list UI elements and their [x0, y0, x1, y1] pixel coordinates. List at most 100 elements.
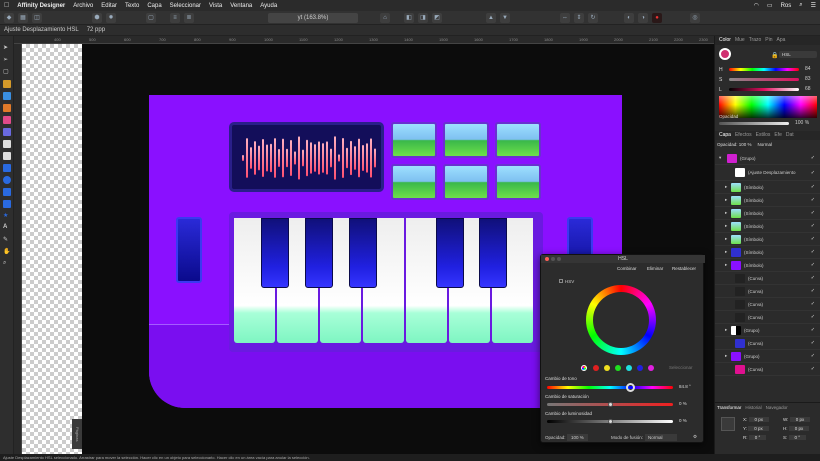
- select-label[interactable]: Seleccionar: [669, 365, 693, 370]
- green-swatch[interactable]: [615, 365, 621, 371]
- expand-icon[interactable]: ▸: [725, 197, 727, 203]
- menu-ventana[interactable]: Ventana: [230, 3, 252, 9]
- piano-keyboard[interactable]: [229, 212, 543, 352]
- visibility-check-icon[interactable]: ✓: [811, 210, 815, 216]
- menu-vista[interactable]: Vista: [209, 3, 222, 9]
- expand-icon[interactable]: ▸: [725, 184, 727, 190]
- luminosity-shift-value[interactable]: 0 %: [679, 418, 687, 423]
- tab-stroke[interactable]: Trazo: [749, 36, 762, 45]
- preferences-icon[interactable]: ✹: [106, 13, 116, 23]
- visibility-check-icon[interactable]: ✓: [811, 327, 815, 333]
- fill-color-well[interactable]: [719, 48, 731, 60]
- s-field[interactable]: 0 °: [788, 435, 807, 440]
- w-field[interactable]: 0 px: [789, 417, 811, 422]
- opacity-slider[interactable]: [719, 122, 789, 125]
- visibility-check-icon[interactable]: ✓: [811, 288, 815, 294]
- layer-row[interactable]: ▸ (Símbolo) ✓: [715, 207, 820, 220]
- h-field[interactable]: 0 px: [788, 426, 810, 431]
- menu-editar[interactable]: Editar: [101, 3, 117, 9]
- boolean-add-icon[interactable]: ◐: [624, 13, 634, 23]
- pencil-tool-icon[interactable]: [3, 92, 11, 100]
- menu-archivo[interactable]: Archivo: [73, 3, 93, 9]
- arrange-icon[interactable]: ≣: [184, 13, 194, 23]
- close-icon[interactable]: [545, 257, 549, 261]
- saturation-shift-knob[interactable]: [607, 402, 613, 407]
- tab-layers[interactable]: Capa: [719, 131, 731, 140]
- tab-color[interactable]: Color: [719, 36, 731, 45]
- crop-tool-icon[interactable]: [3, 140, 11, 148]
- snapping-icon[interactable]: ⌂: [380, 13, 390, 23]
- notification-icon[interactable]: ☰: [811, 2, 816, 9]
- layer-row[interactable]: ▸ (Símbolo) ✓: [715, 246, 820, 259]
- tab-swatches[interactable]: Mue: [735, 36, 745, 45]
- menu-texto[interactable]: Texto: [125, 3, 139, 9]
- visibility-check-icon[interactable]: ✓: [811, 314, 815, 320]
- black-key[interactable]: [479, 218, 507, 288]
- visibility-check-icon[interactable]: ✓: [811, 155, 815, 161]
- record-icon[interactable]: ●: [652, 13, 662, 23]
- move-forward-icon[interactable]: ▲: [486, 13, 496, 23]
- tab-brushes[interactable]: Pin: [765, 36, 772, 45]
- visibility-check-icon[interactable]: ✓: [811, 340, 815, 346]
- layer-row[interactable]: ▸ (Símbolo) ✓: [715, 259, 820, 272]
- rounded-rect-tool-icon[interactable]: [3, 188, 11, 196]
- flip-v-icon[interactable]: ⇕: [574, 13, 584, 23]
- apple-icon[interactable]: : [4, 2, 9, 9]
- hue-slider[interactable]: [729, 68, 799, 71]
- layer-opacity[interactable]: Opacidad: 100 %: [717, 142, 752, 147]
- visibility-check-icon[interactable]: ✓: [811, 353, 815, 359]
- zoom-icon[interactable]: [557, 257, 561, 261]
- synth-display[interactable]: [229, 122, 384, 192]
- tab-text-styles[interactable]: Efe: [774, 131, 782, 140]
- opacity-value[interactable]: 100 %: [795, 120, 809, 126]
- pad-button[interactable]: [443, 122, 489, 158]
- tab-appearance[interactable]: Apa: [777, 36, 786, 45]
- user-name[interactable]: Ros: [781, 3, 792, 9]
- pad-button[interactable]: [495, 164, 541, 200]
- assistant-icon[interactable]: ◎: [690, 13, 700, 23]
- move-tool-icon[interactable]: ➤: [3, 44, 11, 52]
- document-setup-icon[interactable]: ⬢: [92, 13, 102, 23]
- layer-row[interactable]: (Curva) ✓: [715, 298, 820, 311]
- visibility-check-icon[interactable]: ✓: [811, 223, 815, 229]
- visibility-check-icon[interactable]: ✓: [811, 170, 815, 176]
- place-tool-icon[interactable]: [3, 152, 11, 160]
- expand-icon[interactable]: ▸: [725, 327, 727, 333]
- saturation-shift-value[interactable]: 0 %: [679, 401, 687, 406]
- layer-blend-mode[interactable]: Normal: [758, 142, 773, 147]
- rectangle-tool-icon[interactable]: [3, 164, 11, 172]
- transparent-artboard[interactable]: [22, 44, 82, 454]
- expand-icon[interactable]: ▸: [725, 353, 727, 359]
- black-key[interactable]: [349, 218, 377, 288]
- layer-row[interactable]: ▸ (Símbolo) ✓: [715, 233, 820, 246]
- cyan-swatch[interactable]: [626, 365, 632, 371]
- checkbox-box[interactable]: [559, 279, 563, 283]
- ellipse-tool-icon[interactable]: [3, 176, 11, 184]
- settings-gear-icon[interactable]: ⚙: [693, 434, 697, 440]
- red-swatch[interactable]: [593, 365, 599, 371]
- hue-shift-knob[interactable]: [625, 383, 635, 392]
- expand-icon[interactable]: ▸: [725, 236, 727, 242]
- dialog-opacity-field[interactable]: 100 %: [567, 434, 588, 441]
- battery-icon[interactable]: ▭: [767, 2, 773, 9]
- lightness-slider[interactable]: [729, 88, 799, 91]
- blend-mode-select[interactable]: Normal: [645, 434, 677, 441]
- dialog-title-bar[interactable]: HSL: [541, 255, 705, 263]
- minimize-icon[interactable]: [551, 257, 555, 261]
- lock-icon[interactable]: 🔒: [771, 52, 778, 59]
- visibility-check-icon[interactable]: ✓: [811, 249, 815, 255]
- layer-row[interactable]: ▸ (Símbolo) ✓: [715, 194, 820, 207]
- layer-row[interactable]: ▸ (Grupo) ✓: [715, 350, 820, 363]
- layer-row[interactable]: ▸ (Símbolo) ✓: [715, 181, 820, 194]
- reset-button[interactable]: Restablecer: [672, 266, 696, 271]
- layer-row[interactable]: (Curva) ✓: [715, 272, 820, 285]
- color-mode-select[interactable]: HSL: [779, 51, 817, 58]
- visibility-check-icon[interactable]: ✓: [811, 197, 815, 203]
- eyedropper-tool-icon[interactable]: ✎: [3, 236, 11, 244]
- hue-shift-value[interactable]: 84.8 °: [679, 384, 691, 389]
- luminosity-shift-knob[interactable]: [607, 419, 613, 424]
- combine-button[interactable]: Combinar: [617, 266, 637, 271]
- expand-icon[interactable]: ▸: [725, 262, 727, 268]
- visibility-check-icon[interactable]: ✓: [811, 301, 815, 307]
- tab-styles[interactable]: Estilos: [756, 131, 771, 140]
